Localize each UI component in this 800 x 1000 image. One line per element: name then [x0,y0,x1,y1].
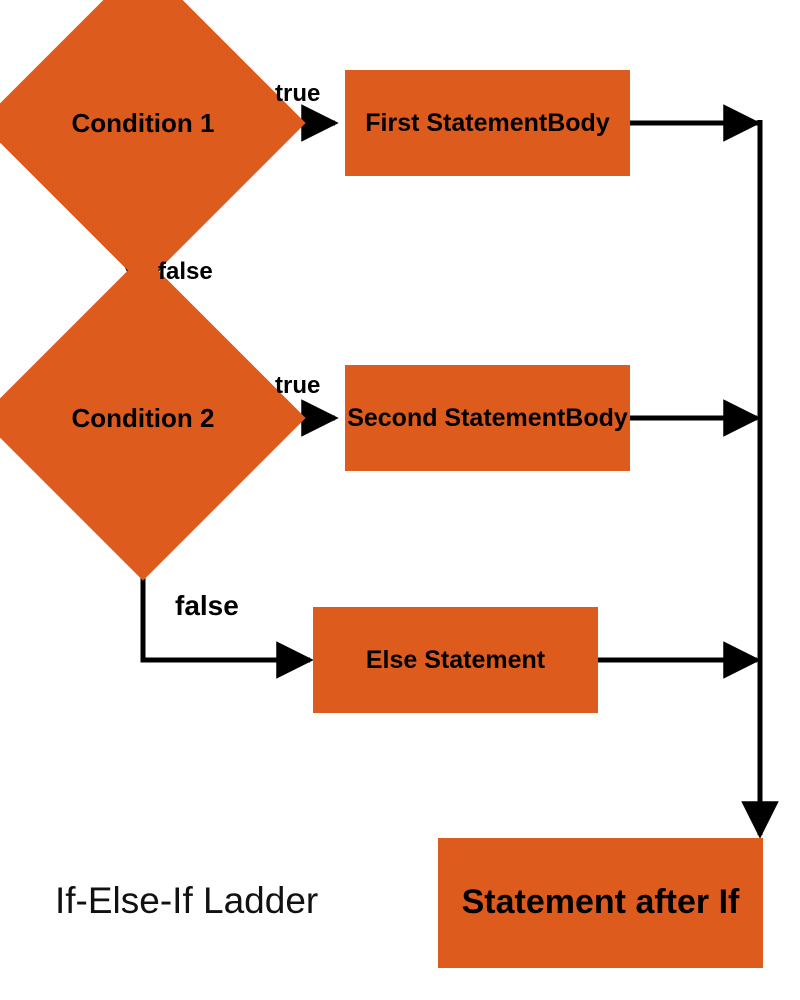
decision-condition-1-label: Condition 1 [28,8,258,238]
edge-label-cond2-true: true [275,372,320,400]
process-first-body: First StatementBody [345,70,630,176]
edge-label-cond1-false: false [158,258,213,286]
process-statement-after-if: Statement after If [438,838,763,968]
decision-condition-2: Condition 2 [28,303,258,533]
process-first-body-label: First StatementBody [365,108,609,138]
edge-label-cond1-true: true [275,80,320,108]
process-second-body: Second StatementBody [345,365,630,471]
edge-label-cond2-false: false [175,590,239,622]
process-statement-after-if-label: Statement after If [462,883,740,922]
process-else-body-label: Else Statement [366,645,545,675]
diagram-title: If-Else-If Ladder [55,880,318,922]
decision-condition-1: Condition 1 [28,8,258,238]
decision-condition-2-label: Condition 2 [28,303,258,533]
process-second-body-label: Second StatementBody [347,403,628,433]
process-else-body: Else Statement [313,607,598,713]
